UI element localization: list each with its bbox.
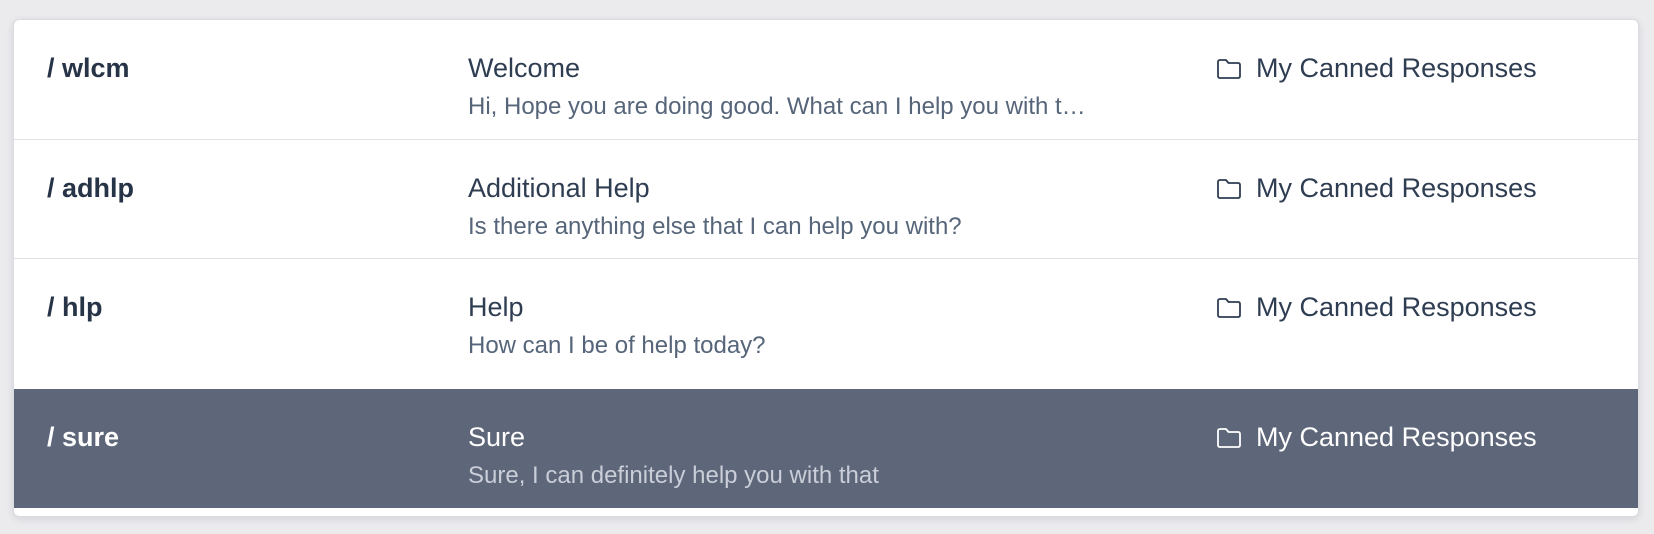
canned-response-row[interactable]: / wlcm Welcome Hi, Hope you are doing go…: [14, 20, 1638, 139]
response-title: Additional Help: [468, 173, 650, 203]
response-folder: My Canned Responses: [1216, 422, 1537, 453]
response-folder: My Canned Responses: [1216, 173, 1537, 204]
folder-icon: [1217, 427, 1241, 448]
canned-response-row[interactable]: / hlp Help How can I be of help today? M…: [14, 258, 1638, 377]
canned-response-row[interactable]: / adhlp Additional Help Is there anythin…: [14, 139, 1638, 258]
response-preview: How can I be of help today?: [468, 332, 766, 359]
response-shortcut: / hlp: [47, 292, 103, 322]
response-shortcut: / sure: [47, 422, 120, 452]
response-preview: Sure, I can definitely help you with tha…: [468, 462, 879, 489]
response-title: Help: [468, 292, 524, 322]
response-preview: Is there anything else that I can help y…: [468, 213, 962, 240]
folder-label: My Canned Responses: [1256, 53, 1537, 83]
response-shortcut: / wlcm: [47, 53, 130, 83]
response-folder: My Canned Responses: [1216, 292, 1537, 323]
response-folder: My Canned Responses: [1216, 53, 1537, 84]
folder-label: My Canned Responses: [1256, 422, 1537, 452]
folder-label: My Canned Responses: [1256, 292, 1537, 322]
response-preview: Hi, Hope you are doing good. What can I …: [468, 93, 1086, 120]
response-shortcut: / adhlp: [47, 173, 134, 203]
folder-icon: [1217, 297, 1241, 318]
folder-icon: [1217, 58, 1241, 79]
folder-icon: [1217, 178, 1241, 199]
response-title: Welcome: [468, 53, 581, 83]
folder-label: My Canned Responses: [1256, 173, 1537, 203]
canned-response-row-selected[interactable]: / sure Sure Sure, I can definitely help …: [14, 389, 1638, 508]
response-title: Sure: [468, 422, 526, 452]
canned-responses-popup: / wlcm Welcome Hi, Hope you are doing go…: [13, 19, 1639, 517]
